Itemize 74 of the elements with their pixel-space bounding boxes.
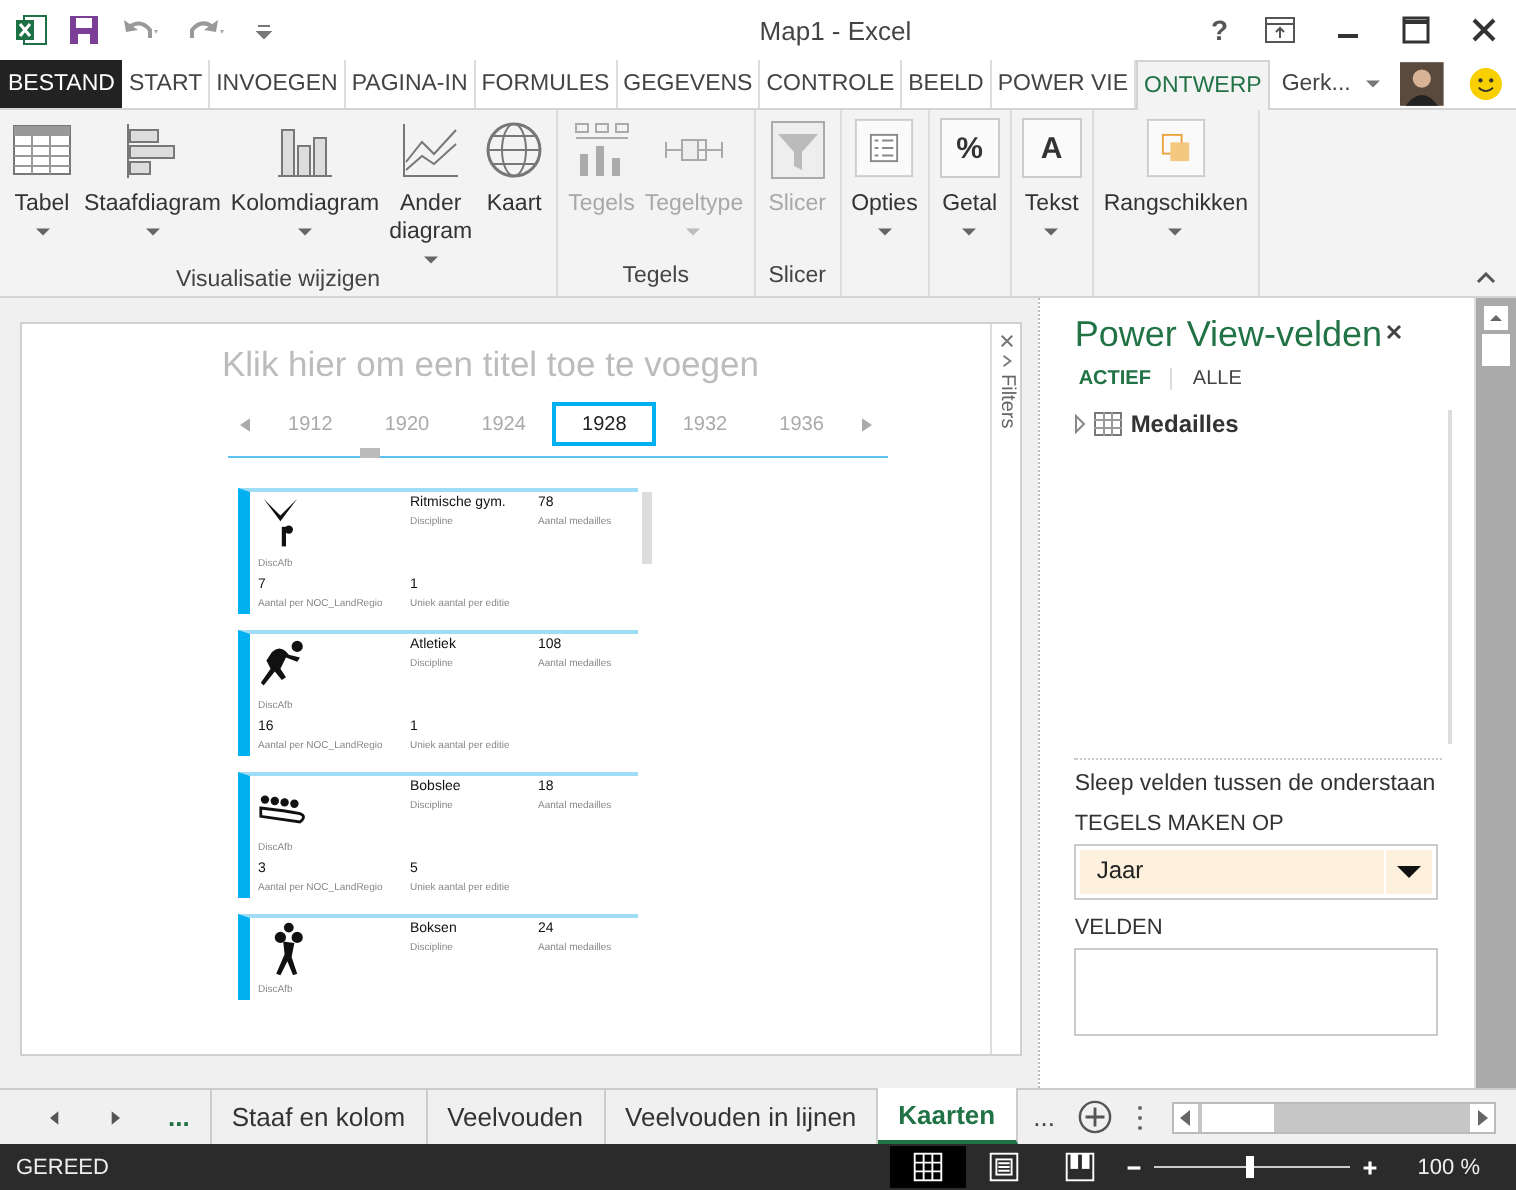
section-label: TEGELS MAKEN OP	[1074, 812, 1286, 836]
pane-tab[interactable]: ALLE	[1170, 368, 1262, 390]
save-icon[interactable]	[68, 14, 100, 46]
scroll-thumb[interactable]	[1202, 1103, 1275, 1131]
help-button[interactable]: ?	[1210, 14, 1228, 46]
avatar-icon	[1400, 60, 1445, 108]
ribbon-button[interactable]: Staafdiagram	[80, 114, 225, 240]
expand-arrow-icon[interactable]	[1074, 414, 1087, 434]
file-tab[interactable]: BESTAND	[0, 60, 123, 108]
options-icon	[854, 118, 915, 178]
tile-scroll-handle[interactable]	[360, 448, 380, 458]
user-menu[interactable]: Gerk...	[1269, 60, 1393, 108]
chevron-icon[interactable]	[999, 354, 1014, 368]
ribbon-button[interactable]: A Tekst	[1017, 114, 1086, 240]
table-icon	[1094, 412, 1123, 436]
normal-view-icon[interactable]	[889, 1144, 966, 1190]
zoom-level[interactable]: 100 %	[1417, 1155, 1480, 1179]
table-name[interactable]: Medailles	[1130, 410, 1239, 438]
ribbon-tab[interactable]: CONTROLE	[760, 60, 903, 108]
collapse-ribbon-icon[interactable]	[1476, 272, 1496, 284]
maximize-icon[interactable]	[1400, 14, 1432, 46]
field-well[interactable]: Jaar	[1074, 844, 1439, 900]
ribbon-button[interactable]: Kaart	[478, 114, 551, 222]
tiles-icon	[569, 118, 634, 182]
scroll-thumb[interactable]	[1482, 334, 1511, 366]
ribbon-button[interactable]: Rangschikken	[1099, 114, 1253, 240]
field-well[interactable]	[1074, 948, 1439, 1036]
arrange-icon	[1145, 118, 1206, 178]
ribbon-tab[interactable]: INVOEGEN	[210, 60, 346, 108]
year-tile[interactable]: 1928	[551, 402, 657, 446]
pane-title: Power View-velden	[1074, 314, 1383, 356]
scrollbar[interactable]	[642, 492, 652, 564]
ribbon-button[interactable]: Opties	[847, 114, 922, 240]
field-chip[interactable]: Jaar	[1080, 850, 1385, 894]
ribbon-display-icon[interactable]	[1264, 14, 1296, 46]
ribbon-tab[interactable]: GEGEVENS	[617, 60, 761, 108]
sheet-tab[interactable]: Kaarten	[878, 1088, 1018, 1144]
ribbon-tab[interactable]: PAGINA-IN	[345, 60, 476, 108]
spreadsheet-app-icon[interactable]	[16, 14, 48, 46]
ribbon-tab[interactable]: ONTWERP	[1136, 60, 1270, 110]
scroll-up-icon[interactable]	[1482, 306, 1511, 330]
group-label: Slicer	[766, 264, 828, 292]
filters-label[interactable]: Filters	[995, 374, 1018, 429]
filter-icon	[765, 118, 830, 182]
window-title: Map1 - Excel	[759, 15, 912, 45]
section-label: VELDEN	[1074, 916, 1165, 940]
ribbon-button[interactable]: Tabel	[6, 114, 78, 240]
ribbon-button[interactable]: Kolomdiagram	[226, 114, 384, 240]
globe-icon	[482, 118, 547, 182]
hint-text: Sleep velden tussen de onderstaan	[1074, 772, 1438, 796]
previous-sheet-icon[interactable]	[50, 1109, 60, 1125]
scrollbar[interactable]	[1474, 298, 1516, 1088]
pane-tab[interactable]: ACTIEF	[1074, 368, 1171, 390]
group-label: Visualisatie wijzigen	[174, 268, 383, 296]
next-sheet-icon[interactable]	[110, 1109, 120, 1125]
close-icon[interactable]	[1386, 324, 1403, 340]
more-sheets-button[interactable]: ...	[1017, 1090, 1071, 1144]
group-label: Tegels	[620, 264, 691, 292]
ribbon-tab[interactable]: FORMULES	[475, 60, 618, 108]
ribbon-button[interactable]: Ander diagram	[385, 114, 477, 268]
zoom-in-icon[interactable]	[1361, 1159, 1378, 1175]
smiley-icon[interactable]	[1468, 66, 1504, 102]
scroll-left-icon[interactable]	[1174, 1103, 1199, 1131]
add-sheet-icon[interactable]	[1078, 1100, 1113, 1134]
splitter-icon[interactable]	[1136, 1103, 1145, 1131]
scrollbar[interactable]	[1172, 1101, 1497, 1133]
close-icon[interactable]	[1468, 14, 1500, 46]
ribbon-tab[interactable]: BEELD	[902, 60, 992, 108]
ribbon-button[interactable]: % Getal	[935, 114, 1004, 240]
ribbon-tab[interactable]: START	[122, 60, 211, 108]
line-chart-icon	[398, 118, 463, 182]
caret-icon	[1366, 80, 1381, 88]
status-text: GEREED	[16, 1155, 109, 1179]
scroll-right-icon[interactable]	[1470, 1103, 1495, 1131]
